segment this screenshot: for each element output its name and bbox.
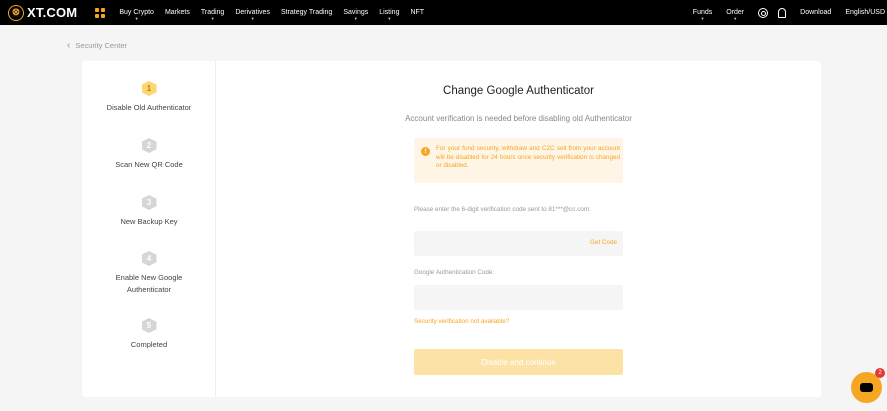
step-2: 2 Scan New QR Code [82,138,216,171]
nav-label: Derivatives [235,9,270,16]
step-number-badge: 1 [141,81,157,96]
nav-label: Strategy Trading [280,9,333,16]
top-navigation: ⊗ XT.COM Buy Crypto ▼ Markets Trading ▼ De… [0,0,887,25]
warning-notice: ! For your fund security, withdraw and C… [414,138,623,183]
step-number-badge: 3 [141,195,157,210]
warning-icon: ! [421,147,430,156]
order-menu[interactable]: Order ▼ [726,9,745,21]
step-label: Enable New Google Authenticator [115,273,183,294]
nav-label: Trading [200,9,225,16]
step-5: 5 Completed [82,318,216,351]
caret-down-icon: ▼ [387,16,392,21]
caret-down-icon: ▼ [700,16,705,21]
step-number-badge: 5 [141,318,157,333]
caret-down-icon: ▼ [733,16,738,21]
nav-label: Markets [164,9,190,16]
chevron-left-icon: ‹ [67,40,71,51]
order-label: Order [726,9,745,16]
step-4: 4 Enable New Google Authenticator [82,251,216,296]
step-number-badge: 2 [141,138,157,153]
step-number-badge: 4 [141,251,157,266]
chat-badge: 2 [875,368,885,378]
funds-label: Funds [692,9,713,16]
chat-icon [860,383,873,392]
nav-item-buy-crypto[interactable]: Buy Crypto ▼ [119,9,154,21]
main-card: 1 Disable Old Authenticator 2 Scan New Q… [82,61,821,397]
nav-menu: Buy Crypto ▼ Markets Trading ▼ Derivatives… [119,9,435,21]
google-code-label: Google Authentication Code: [414,269,495,276]
logo[interactable]: ⊗ XT.COM [8,4,78,21]
verification-unavailable-link[interactable]: Security verification not available? [414,318,509,325]
user-icon[interactable] [758,7,769,18]
nav-item-savings[interactable]: Savings ▼ [343,9,369,21]
email-code-field[interactable]: Get Code [414,231,623,256]
email-code-label: Please enter the 6-digit verification co… [414,206,591,213]
download-link[interactable]: Download [800,9,831,16]
form-area: Change Google Authenticator Account veri… [216,61,821,397]
page-title: Change Google Authenticator [443,85,594,97]
step-label: New Backup Key [120,217,178,226]
breadcrumb[interactable]: ‹ Security Center [67,40,127,51]
nav-label: Listing [379,9,400,16]
logo-mark-icon: ⊗ [8,4,24,21]
caret-down-icon: ▼ [210,16,215,21]
nav-label: Buy Crypto [119,9,154,16]
disable-continue-button[interactable]: Disable and continue [414,349,623,375]
step-1: 1 Disable Old Authenticator [82,81,216,114]
breadcrumb-label: Security Center [75,41,128,50]
nav-label: NFT [410,9,425,16]
nav-right: Funds ▼ Order ▼ Download English/USD [679,0,885,25]
caret-down-icon: ▼ [250,16,255,21]
nav-item-trading[interactable]: Trading ▼ [200,9,225,21]
nav-item-nft[interactable]: NFT [410,9,424,16]
steps-sidebar: 1 Disable Old Authenticator 2 Scan New Q… [82,61,216,397]
logo-text: XT.COM [27,5,78,20]
nav-label: Savings [343,9,369,16]
warning-text: For your fund security, withdraw and C2C… [436,145,620,170]
step-label: Completed [130,340,168,349]
apps-icon[interactable] [95,7,106,18]
step-label: Disable Old Authenticator [106,103,192,112]
get-code-button[interactable]: Get Code [590,239,617,246]
locale-selector[interactable]: English/USD [845,9,885,16]
step-3: 3 New Backup Key [82,195,216,228]
google-code-field[interactable] [414,285,623,310]
nav-item-listing[interactable]: Listing ▼ [379,9,400,21]
caret-down-icon: ▼ [353,16,358,21]
step-label: Scan New QR Code [115,160,183,169]
bell-icon[interactable] [778,7,787,18]
funds-menu[interactable]: Funds ▼ [692,9,713,21]
nav-item-markets[interactable]: Markets [165,9,190,16]
caret-down-icon: ▼ [134,16,139,21]
page-subtitle: Account verification is needed before di… [405,114,632,123]
nav-item-derivatives[interactable]: Derivatives ▼ [235,9,270,21]
nav-item-strategy-trading[interactable]: Strategy Trading [281,9,332,16]
